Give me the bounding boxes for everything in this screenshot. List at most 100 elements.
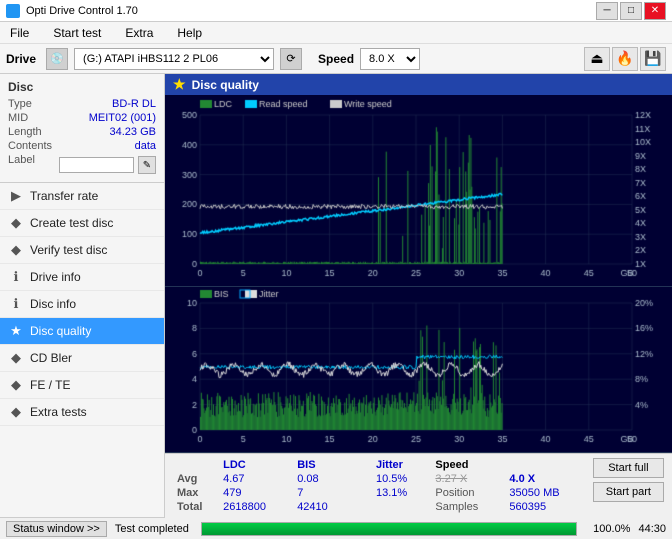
disc-quality-header: ★ Disc quality <box>165 74 672 95</box>
title-bar: Opti Drive Control 1.70 ─ □ ✕ <box>0 0 672 22</box>
bottom-chart-canvas <box>165 287 672 452</box>
progress-bar-fill <box>202 523 576 535</box>
top-chart-area <box>165 95 672 287</box>
length-value: 34.23 GB <box>110 126 156 138</box>
cd-bler-icon: ◆ <box>8 350 24 366</box>
max-ldc: 479 <box>215 486 289 500</box>
total-samples: 560395 <box>501 500 584 514</box>
fe-te-label: FE / TE <box>30 378 70 392</box>
sidebar-item-extra-tests[interactable]: ◆ Extra tests <box>0 399 164 426</box>
total-row-label: Total <box>173 500 215 514</box>
progress-text: 100.0% <box>593 523 630 535</box>
sidebar-item-drive-info[interactable]: ℹ Drive info <box>0 264 164 291</box>
jitter-col-header: Jitter <box>368 458 427 472</box>
menu-start-test[interactable]: Start test <box>47 24 107 42</box>
disc-info-label: Disc info <box>30 297 76 311</box>
avg-speed1: 3.27 X <box>427 472 501 486</box>
label-input[interactable] <box>59 157 134 173</box>
disc-section: Disc Type BD-R DL MID MEIT02 (001) Lengt… <box>0 74 164 183</box>
mid-label: MID <box>8 112 28 124</box>
bottom-chart-area <box>165 287 672 453</box>
drive-icon-btn[interactable]: 💿 <box>46 48 68 70</box>
extra-tests-icon: ◆ <box>8 404 24 420</box>
app-title: Opti Drive Control 1.70 <box>26 5 138 17</box>
speed-select[interactable]: 8.0 X <box>360 48 420 70</box>
contents-label: Contents <box>8 140 52 152</box>
drive-bar: Drive 💿 (G:) ATAPI iHBS112 2 PL06 ⟳ Spee… <box>0 44 672 74</box>
drive-info-label: Drive info <box>30 270 81 284</box>
stats-panel: LDC BIS Jitter Speed Avg 4.67 0.08 10.5%… <box>165 453 672 518</box>
type-value: BD-R DL <box>112 98 156 110</box>
status-window-button[interactable]: Status window >> <box>6 521 107 537</box>
progress-bar-container <box>201 522 577 536</box>
verify-test-disc-label: Verify test disc <box>30 243 107 257</box>
max-row-label: Max <box>173 486 215 500</box>
sidebar-item-verify-test-disc[interactable]: ◆ Verify test disc <box>0 237 164 264</box>
avg-ldc: 4.67 <box>215 472 289 486</box>
right-panel: ★ Disc quality LDC BIS <box>165 74 672 517</box>
disc-quality-label: Disc quality <box>30 324 91 338</box>
sidebar-item-disc-info[interactable]: ℹ Disc info <box>0 291 164 318</box>
nav-items: ▶ Transfer rate ◆ Create test disc ◆ Ver… <box>0 183 164 517</box>
speed-col-header: Speed <box>427 458 501 472</box>
total-ldc: 2618800 <box>215 500 289 514</box>
app-icon <box>6 4 20 18</box>
sidebar-item-disc-quality[interactable]: ★ Disc quality <box>0 318 164 345</box>
drive-label: Drive <box>6 52 36 66</box>
max-bis: 7 <box>289 486 348 500</box>
sidebar-item-fe-te[interactable]: ◆ FE / TE <box>0 372 164 399</box>
sidebar-item-create-test-disc[interactable]: ◆ Create test disc <box>0 210 164 237</box>
menu-help[interactable]: Help <box>171 24 208 42</box>
contents-value: data <box>135 140 156 152</box>
label-key: Label <box>8 154 35 174</box>
transfer-rate-label: Transfer rate <box>30 189 98 203</box>
disc-quality-header-title: Disc quality <box>192 78 259 92</box>
menu-file[interactable]: File <box>4 24 35 42</box>
position-label: Position <box>427 486 501 500</box>
avg-bis: 0.08 <box>289 472 348 486</box>
menu-extra[interactable]: Extra <box>119 24 159 42</box>
transfer-rate-icon: ▶ <box>8 188 24 204</box>
mid-value: MEIT02 (001) <box>89 112 156 124</box>
time-text: 44:30 <box>638 523 666 535</box>
disc-quality-icon: ★ <box>8 323 24 339</box>
test-completed-label: Test completed <box>115 523 189 535</box>
bis-col-header: BIS <box>289 458 348 472</box>
refresh-drive-button[interactable]: ⟳ <box>280 48 302 70</box>
start-part-button[interactable]: Start part <box>593 482 664 502</box>
disc-quality-header-icon: ★ <box>173 76 186 93</box>
fe-te-icon: ◆ <box>8 377 24 393</box>
length-label: Length <box>8 126 42 138</box>
save-button[interactable]: 💾 <box>640 47 666 71</box>
menu-bar: File Start test Extra Help <box>0 22 672 44</box>
sidebar-item-transfer-rate[interactable]: ▶ Transfer rate <box>0 183 164 210</box>
sidebar-item-cd-bler[interactable]: ◆ CD Bler <box>0 345 164 372</box>
burn-button[interactable]: 🔥 <box>612 47 638 71</box>
avg-speed2: 4.0 X <box>501 472 584 486</box>
create-test-disc-icon: ◆ <box>8 215 24 231</box>
max-jitter: 13.1% <box>368 486 427 500</box>
ldc-col-header: LDC <box>215 458 289 472</box>
samples-label: Samples <box>427 500 501 514</box>
status-bar: Status window >> Test completed 100.0% 4… <box>0 517 672 539</box>
drive-select[interactable]: (G:) ATAPI iHBS112 2 PL06 <box>74 48 274 70</box>
type-label: Type <box>8 98 32 110</box>
maximize-button[interactable]: □ <box>620 2 642 20</box>
extra-tests-label: Extra tests <box>30 405 87 419</box>
minimize-button[interactable]: ─ <box>596 2 618 20</box>
total-bis: 42410 <box>289 500 348 514</box>
window-controls: ─ □ ✕ <box>596 2 666 20</box>
avg-row-label: Avg <box>173 472 215 486</box>
charts-container <box>165 95 672 453</box>
disc-section-title: Disc <box>8 80 156 94</box>
main-content: Disc Type BD-R DL MID MEIT02 (001) Lengt… <box>0 74 672 517</box>
toolbar-icons: ⏏ 🔥 💾 <box>584 47 666 71</box>
drive-info-icon: ℹ <box>8 269 24 285</box>
close-button[interactable]: ✕ <box>644 2 666 20</box>
eject-button[interactable]: ⏏ <box>584 47 610 71</box>
disc-info-icon: ℹ <box>8 296 24 312</box>
start-full-button[interactable]: Start full <box>593 458 664 478</box>
label-edit-button[interactable]: ✎ <box>138 156 156 174</box>
speed-label: Speed <box>318 52 354 66</box>
top-chart-canvas <box>165 95 672 286</box>
